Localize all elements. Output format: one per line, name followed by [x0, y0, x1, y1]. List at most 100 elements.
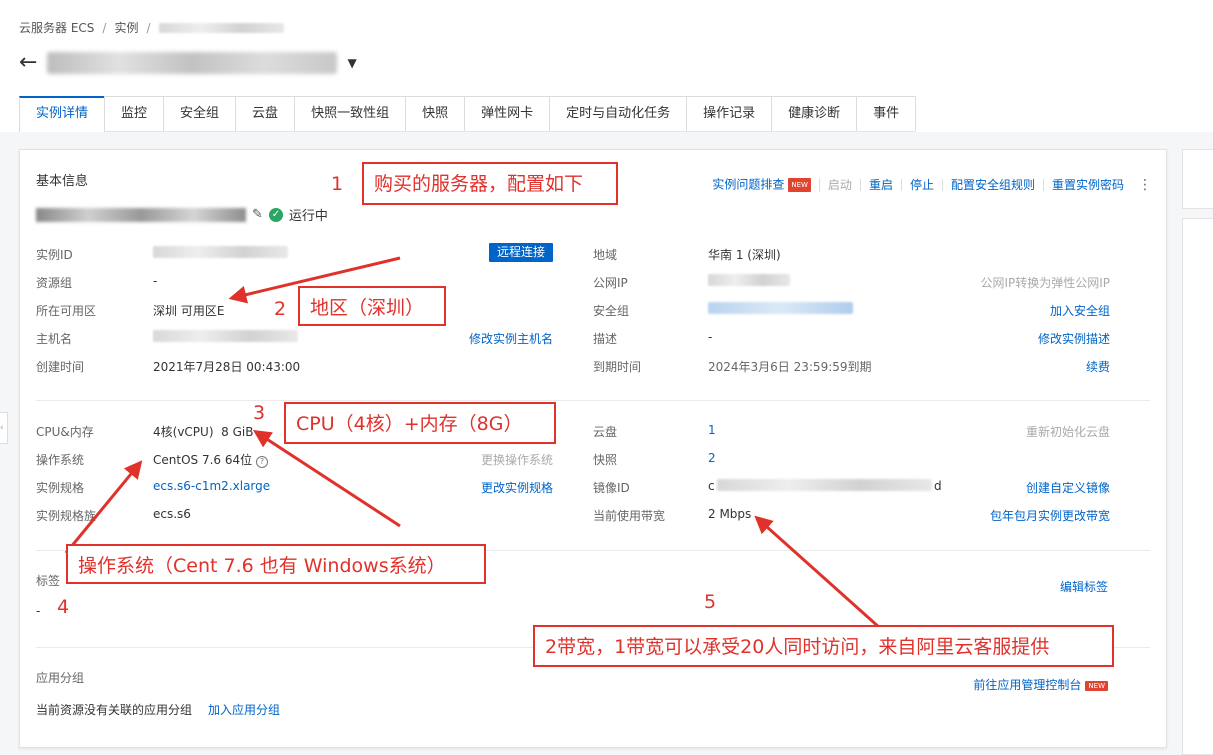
back-arrow-icon[interactable]: ← — [19, 50, 37, 75]
region-value: 华南 1 (深圳) — [708, 248, 781, 262]
tab-instance-details[interactable]: 实例详情 — [19, 96, 106, 132]
tab-health-diagnosis[interactable]: 健康诊断 — [771, 96, 858, 131]
hostname-redacted — [153, 330, 298, 342]
page-title-row: ← ▼ — [19, 50, 357, 75]
app-group-label: 应用分组 — [36, 671, 85, 685]
change-bandwidth-link[interactable]: 包年包月实例更改带宽 — [990, 507, 1110, 524]
snapshot-label: 快照 — [593, 453, 618, 467]
renew-link[interactable]: 续费 — [1086, 358, 1110, 375]
edit-description-link[interactable]: 修改实例描述 — [1038, 330, 1110, 347]
created-label: 创建时间 — [36, 360, 85, 374]
breadcrumb-ecs[interactable]: 云服务器 ECS — [19, 19, 94, 36]
instance-name-redacted — [36, 207, 246, 222]
breadcrumb-instance-redacted — [158, 22, 284, 33]
instance-action-bar: 实例问题排查 NEW 启动 重启 停止 配置安全组规则 重置实例密码 ⋮ — [704, 177, 1152, 193]
convert-eip-link[interactable]: 公网IP转换为弹性公网IP — [980, 274, 1110, 291]
page-title-redacted — [47, 51, 338, 74]
image-id-suffix: d — [934, 479, 942, 493]
check-circle-icon: ✓ — [268, 207, 283, 222]
basic-info-title: 基本信息 — [36, 174, 89, 189]
status-badge: 运行中 — [288, 209, 328, 224]
instance-id-redacted — [153, 246, 288, 258]
breadcrumb: 云服务器 ECS / 实例 / — [19, 19, 284, 36]
pencil-icon[interactable]: ✎ — [252, 207, 263, 222]
tab-monitor[interactable]: 监控 — [104, 96, 165, 131]
tab-events[interactable]: 事件 — [856, 96, 917, 131]
tags-value: - — [36, 604, 41, 618]
tab-operation-log[interactable]: 操作记录 — [686, 96, 773, 131]
more-vertical-icon[interactable]: ⋮ — [1132, 177, 1152, 193]
zone-label: 所在可用区 — [36, 304, 97, 318]
tab-disks[interactable]: 云盘 — [235, 96, 296, 131]
sg-rules-link[interactable]: 配置安全组规则 — [943, 179, 1044, 191]
collapse-handle[interactable]: ‹ — [0, 412, 8, 444]
image-id-prefix: c — [708, 479, 715, 493]
spec-value-link[interactable]: ecs.s6-c1m2.xlarge — [153, 479, 270, 493]
security-group-redacted[interactable] — [708, 302, 853, 314]
os-value: CentOS 7.6 64位 ? — [153, 451, 268, 468]
annotation-3: CPU（4核）+内存（8G） — [284, 402, 556, 444]
tab-snapshots[interactable]: 快照 — [405, 96, 466, 131]
instance-name-row: ✎ ✓ 运行中 — [36, 205, 328, 224]
caret-down-icon[interactable]: ▼ — [347, 56, 356, 70]
zone-value: 深圳 可用区E — [153, 304, 225, 318]
annotation-number-2: 2 — [274, 298, 287, 320]
snapshot-count-link[interactable]: 2 — [708, 451, 716, 465]
breadcrumb-instances[interactable]: 实例 — [114, 19, 138, 36]
change-os-link[interactable]: 更换操作系统 — [481, 451, 553, 468]
tab-security-group[interactable]: 安全组 — [163, 96, 237, 131]
annotation-number-3: 3 — [253, 402, 266, 424]
public-ip-redacted — [708, 274, 790, 286]
tags-label: 标签 — [36, 574, 61, 588]
join-app-group-link[interactable]: 加入应用分组 — [208, 701, 280, 718]
spec-family-value: ecs.s6 — [153, 507, 191, 521]
create-image-link[interactable]: 创建自定义镜像 — [1026, 479, 1110, 496]
side-panel — [1182, 218, 1213, 755]
tab-snapshot-consistency-group[interactable]: 快照一致性组 — [294, 96, 407, 131]
annotation-4: 操作系统（Cent 7.6 也有 Windows系统） — [66, 544, 486, 584]
cpu-mem-value: 4核(vCPU) 8 GiB — [153, 425, 254, 439]
restart-button[interactable]: 重启 — [861, 179, 902, 191]
bandwidth-value: 2 Mbps — [708, 507, 752, 521]
description-label: 描述 — [593, 332, 618, 346]
breadcrumb-sep: / — [102, 20, 107, 35]
image-id-redacted — [717, 479, 932, 491]
tab-scheduled-tasks[interactable]: 定时与自动化任务 — [549, 96, 688, 131]
breadcrumb-sep: / — [146, 20, 151, 35]
remote-connect-button[interactable]: 远程连接 — [489, 243, 554, 262]
disk-count-link[interactable]: 1 — [708, 423, 716, 437]
tab-bar: 实例详情 监控 安全组 云盘 快照一致性组 快照 弹性网卡 定时与自动化任务 操… — [19, 96, 917, 132]
troubleshoot-link[interactable]: 实例问题排查 NEW — [704, 178, 820, 192]
spec-family-label: 实例规格族 — [36, 509, 97, 523]
resource-group-value: - — [153, 274, 158, 288]
os-label: 操作系统 — [36, 453, 85, 467]
annotation-2: 地区（深圳） — [298, 286, 446, 326]
start-button[interactable]: 启动 — [820, 179, 861, 191]
app-group-empty-text: 当前资源没有关联的应用分组 — [36, 703, 193, 717]
edit-tags-link[interactable]: 编辑标签 — [1060, 578, 1108, 595]
disk-label: 云盘 — [593, 425, 618, 439]
side-panel-top — [1182, 149, 1213, 209]
public-ip-label: 公网IP — [593, 276, 628, 290]
cpu-mem-label: CPU&内存 — [36, 425, 94, 439]
tab-eni[interactable]: 弹性网卡 — [464, 96, 551, 131]
resource-group-label: 资源组 — [36, 276, 73, 290]
edit-hostname-link[interactable]: 修改实例主机名 — [469, 330, 553, 347]
annotation-number-5: 5 — [704, 591, 717, 613]
expire-value: 2024年3月6日 23:59:59到期 — [708, 360, 872, 374]
join-security-group-link[interactable]: 加入安全组 — [1050, 302, 1110, 319]
reinit-disk-link[interactable]: 重新初始化云盘 — [1026, 423, 1110, 440]
annotation-1: 购买的服务器，配置如下 — [362, 162, 618, 205]
annotation-number-4: 4 — [57, 596, 70, 618]
created-value: 2021年7月28日 00:43:00 — [153, 360, 301, 374]
security-group-label: 安全组 — [593, 304, 630, 318]
help-icon[interactable]: ? — [255, 456, 268, 468]
app-console-link[interactable]: 前往应用管理控制台 NEW — [973, 676, 1108, 693]
change-spec-link[interactable]: 更改实例规格 — [481, 479, 553, 496]
expire-label: 到期时间 — [593, 360, 642, 374]
annotation-5: 2带宽，1带宽可以承受20人同时访问，来自阿里云客服提供 — [533, 625, 1114, 667]
spec-label: 实例规格 — [36, 481, 85, 495]
reset-password-link[interactable]: 重置实例密码 — [1044, 179, 1132, 191]
stop-button[interactable]: 停止 — [902, 179, 943, 191]
annotation-number-1: 1 — [331, 173, 344, 195]
